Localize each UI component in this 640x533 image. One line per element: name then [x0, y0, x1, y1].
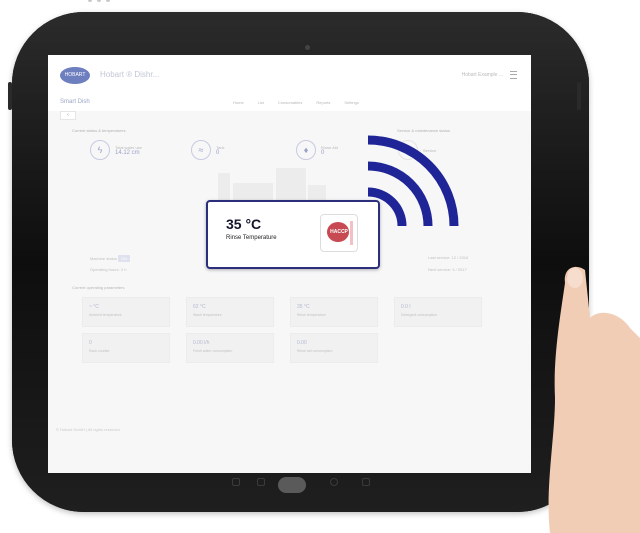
water-icon: ≈ — [191, 140, 211, 160]
param-card[interactable]: 62 °C Wash temperature — [186, 297, 274, 327]
hand-image — [548, 266, 640, 533]
brand-title: Hobart ® Dishr... — [100, 70, 160, 79]
camera-icon — [305, 45, 310, 50]
metric-rinse-aid: ♦ Rinse Aid 0 — [296, 140, 338, 160]
home-button[interactable] — [278, 477, 306, 493]
brand-logo[interactable]: HOBART — [60, 67, 90, 84]
lock-icon[interactable] — [362, 478, 370, 486]
param-card[interactable]: ~ °C Ambient temperature — [82, 297, 170, 327]
user-menu[interactable]: Hobart Example ... — [462, 72, 503, 78]
machine-status: Machine status ON — [90, 255, 131, 262]
popup-temperature: 35 °C — [226, 216, 262, 232]
popup-label: Rinse Temperature — [226, 235, 277, 241]
next-service: Next service: 3 / 2017 — [428, 267, 467, 272]
drop-icon: ♦ — [296, 140, 316, 160]
metric-tank: ≈ Tank 0 — [191, 140, 224, 160]
param-card[interactable]: 0 Rack counter — [82, 333, 170, 363]
gauge-icon: ϟ — [90, 140, 110, 160]
section-title-status: Current status & temperatures — [72, 128, 126, 133]
last-service: Last service: 12 / 2016 — [428, 255, 469, 260]
back-button[interactable]: ‹ — [60, 111, 76, 120]
param-card[interactable]: 0.0 l Detergent consumption — [394, 297, 482, 327]
window-dots — [88, 0, 110, 2]
app-name: Smart Dish — [60, 99, 90, 105]
nav-item-list[interactable]: List — [258, 100, 264, 105]
param-card[interactable]: 0.00 Rinse aid consumption — [290, 333, 378, 363]
nav-item-settings[interactable]: Settings — [344, 100, 358, 105]
haccp-badge-icon: HACCP — [320, 214, 358, 252]
hamburger-menu-icon[interactable] — [510, 71, 517, 79]
side-button — [577, 82, 581, 110]
nav-item-home[interactable]: Home — [233, 100, 244, 105]
side-button — [8, 82, 12, 110]
operating-hours: Operating hours: 2 h — [90, 267, 127, 272]
back-nav-icon[interactable] — [232, 478, 240, 486]
nav-item-reports[interactable]: Reports — [316, 100, 330, 105]
metric-water-use: ϟ Total water use 14.12 cm — [90, 140, 142, 160]
main-nav: Home List Consumables Reports Settings — [233, 100, 359, 105]
apps-icon[interactable] — [257, 478, 265, 486]
params-title: Current operating parameters — [72, 285, 125, 290]
app-header: HOBART Hobart ® Dishr... Hobart Example … — [48, 55, 531, 98]
nav-item-consumables[interactable]: Consumables — [278, 100, 302, 105]
param-card[interactable]: 35 °C Rinse temperature — [290, 297, 378, 327]
param-card[interactable]: 0.00 l/h Fresh water consumption — [186, 333, 274, 363]
status-badge: ON — [118, 255, 131, 262]
footer-copyright: © Hobart GmbH | All rights reserved — [56, 427, 120, 432]
search-icon[interactable] — [330, 478, 338, 486]
temperature-popup[interactable]: 35 °C Rinse Temperature HACCP — [206, 200, 380, 269]
